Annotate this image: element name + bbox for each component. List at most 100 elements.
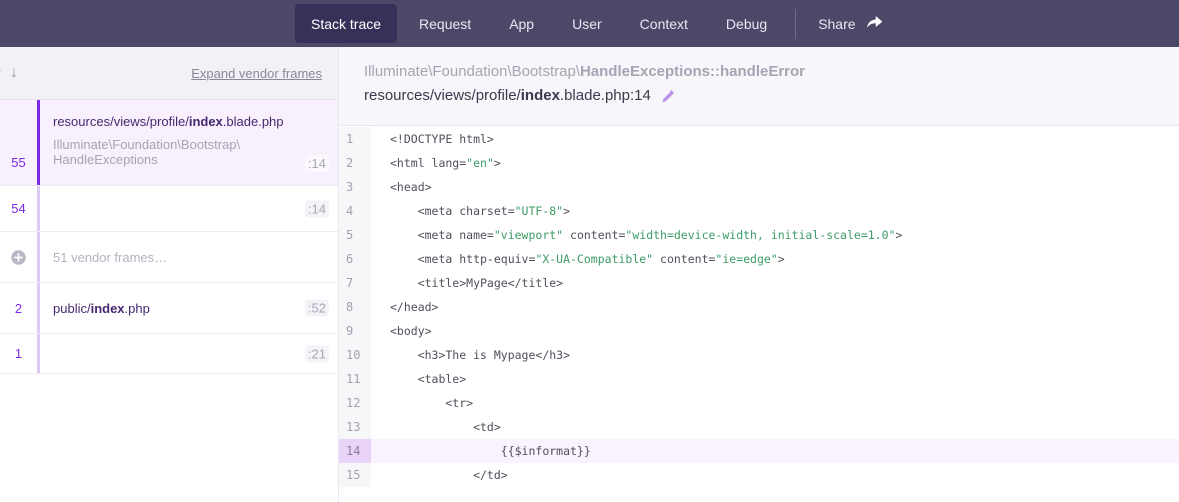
code-line: 10 <h3>The is Mypage</h3> xyxy=(339,343,1179,367)
main-panel: Illuminate\Foundation\Bootstrap\HandleEx… xyxy=(339,47,1179,502)
tab-user[interactable]: User xyxy=(556,4,618,43)
line-number: 3 xyxy=(339,175,371,199)
code-line: 6 <meta http-equiv="X-UA-Compatible" con… xyxy=(339,247,1179,271)
frame-line-number: :14 xyxy=(305,155,329,172)
tab-debug[interactable]: Debug xyxy=(710,4,783,43)
frame-body xyxy=(40,186,338,231)
line-number: 11 xyxy=(339,367,371,391)
line-number: 10 xyxy=(339,343,371,367)
frame-body: 51 vendor frames… xyxy=(40,232,338,282)
exception-handler-path: Illuminate\Foundation\Bootstrap\HandleEx… xyxy=(364,62,1179,82)
code-text: <html lang="en"> xyxy=(371,156,501,170)
stack-trace-sidebar: ↑ ↓ Expand vendor frames 55resources/vie… xyxy=(0,47,339,502)
frame-body xyxy=(40,334,338,373)
frame-line-number: :21 xyxy=(305,345,329,362)
line-number: 4 xyxy=(339,199,371,223)
frame-number: 1 xyxy=(0,334,37,373)
stack-frame[interactable]: 54 :14 xyxy=(0,186,338,232)
line-number: 6 xyxy=(339,247,371,271)
code-text: </head> xyxy=(371,300,438,314)
frame-accent-bar xyxy=(37,334,40,373)
frame-number: 2 xyxy=(0,283,37,333)
line-number: 5 xyxy=(339,223,371,247)
code-text: <h3>The is Mypage</h3> xyxy=(371,348,570,362)
line-number: 15 xyxy=(339,463,371,487)
share-arrow-icon xyxy=(865,13,884,35)
frame-body: public/index.php xyxy=(40,283,338,333)
handler-method: HandleExceptions::handleError xyxy=(580,63,805,80)
line-number: 14 xyxy=(339,439,371,463)
file-path-text: resources/views/profile/index.blade.php:… xyxy=(364,86,651,106)
expand-plus-icon xyxy=(0,232,37,282)
tab-stack-trace[interactable]: Stack trace xyxy=(295,4,397,43)
tab-request[interactable]: Request xyxy=(403,4,487,43)
code-text: <meta http-equiv="X-UA-Compatible" conte… xyxy=(371,252,785,266)
code-line: 9<body> xyxy=(339,319,1179,343)
frame-detail-header: Illuminate\Foundation\Bootstrap\HandleEx… xyxy=(339,47,1179,126)
line-number: 1 xyxy=(339,127,371,151)
code-line: 7 <title>MyPage</title> xyxy=(339,271,1179,295)
frame-number: 55 xyxy=(0,100,37,185)
nav-tabs: Stack traceRequestAppUserContextDebug xyxy=(295,0,789,47)
tab-app[interactable]: App xyxy=(493,4,550,43)
code-line: 14 {{$informat}} xyxy=(339,439,1179,463)
navbar-divider xyxy=(795,9,796,39)
code-text: <tr> xyxy=(371,396,473,410)
frame-file-path: public/index.php xyxy=(53,301,298,316)
code-line: 8</head> xyxy=(339,295,1179,319)
code-text: <meta charset="UTF-8"> xyxy=(371,204,570,218)
frame-nav-arrows: ↑ ↓ xyxy=(0,64,18,82)
prev-frame-arrow-icon[interactable]: ↑ xyxy=(0,64,3,82)
pencil-icon[interactable] xyxy=(660,89,675,104)
vendor-frames-toggle[interactable]: 51 vendor frames… xyxy=(0,232,338,283)
code-text: {{$informat}} xyxy=(371,444,591,458)
line-number: 2 xyxy=(339,151,371,175)
frame-accent-bar xyxy=(37,232,40,282)
frame-file-path: resources/views/profile/index.blade.php xyxy=(53,114,298,129)
frame-body: resources/views/profile/index.blade.php I… xyxy=(40,100,338,185)
code-text: <head> xyxy=(371,180,432,194)
code-line: 1<!DOCTYPE html> xyxy=(339,127,1179,151)
line-number: 13 xyxy=(339,415,371,439)
frame-number: 54 xyxy=(0,186,37,231)
code-line: 5 <meta name="viewport" content="width=d… xyxy=(339,223,1179,247)
code-line: 13 <td> xyxy=(339,415,1179,439)
handler-namespace: Illuminate\Foundation\Bootstrap\ xyxy=(364,63,580,80)
code-viewer: 1<!DOCTYPE html>2<html lang="en">3<head>… xyxy=(339,127,1179,502)
code-line: 15 </td> xyxy=(339,463,1179,487)
share-button[interactable]: Share xyxy=(808,4,893,43)
next-frame-arrow-icon[interactable]: ↓ xyxy=(10,64,18,82)
frame-line-number: :14 xyxy=(305,200,329,217)
code-text: <table> xyxy=(371,372,466,386)
line-number: 9 xyxy=(339,319,371,343)
current-file-path: resources/views/profile/index.blade.php:… xyxy=(364,86,1179,106)
code-line: 2<html lang="en"> xyxy=(339,151,1179,175)
stack-frame[interactable]: 1 :21 xyxy=(0,334,338,374)
line-number: 8 xyxy=(339,295,371,319)
code-line: 4 <meta charset="UTF-8"> xyxy=(339,199,1179,223)
frame-class-path: Illuminate\Foundation\Bootstrap\ HandleE… xyxy=(53,137,298,167)
code-line: 12 <tr> xyxy=(339,391,1179,415)
share-label: Share xyxy=(818,16,855,32)
code-text: <!DOCTYPE html> xyxy=(371,132,494,146)
frame-list: 55resources/views/profile/index.blade.ph… xyxy=(0,100,338,374)
stack-frame[interactable]: 55resources/views/profile/index.blade.ph… xyxy=(0,100,338,186)
vendor-frames-label: 51 vendor frames… xyxy=(53,250,298,265)
frame-accent-bar xyxy=(37,283,40,333)
top-navbar: Stack traceRequestAppUserContextDebug Sh… xyxy=(0,0,1179,47)
stack-frame[interactable]: 2 public/index.php :52 xyxy=(0,283,338,334)
code-line: 3<head> xyxy=(339,175,1179,199)
frame-accent-bar xyxy=(37,100,40,185)
sidebar-header: ↑ ↓ Expand vendor frames xyxy=(0,47,338,100)
code-line: 11 <table> xyxy=(339,367,1179,391)
frame-line-number: :52 xyxy=(305,300,329,317)
code-text: <title>MyPage</title> xyxy=(371,276,563,290)
code-text: <body> xyxy=(371,324,432,338)
frame-accent-bar xyxy=(37,186,40,231)
code-text: </td> xyxy=(371,468,508,482)
line-number: 12 xyxy=(339,391,371,415)
expand-vendor-frames-link[interactable]: Expand vendor frames xyxy=(191,66,322,81)
code-text: <meta name="viewport" content="width=dev… xyxy=(371,228,902,242)
tab-context[interactable]: Context xyxy=(624,4,704,43)
code-text: <td> xyxy=(371,420,501,434)
